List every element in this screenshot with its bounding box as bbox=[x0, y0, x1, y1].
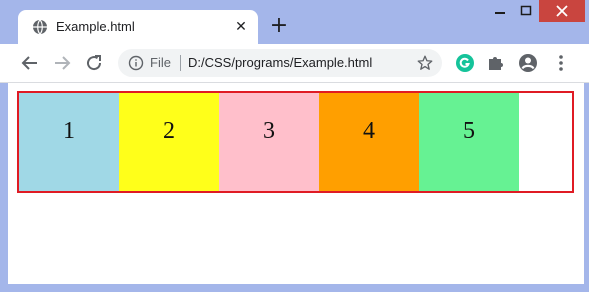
new-tab-button[interactable]: + bbox=[268, 15, 290, 37]
kebab-menu-icon[interactable] bbox=[549, 51, 573, 75]
flex-item-label: 3 bbox=[263, 118, 275, 144]
scheme-label: File bbox=[150, 55, 171, 70]
profile-icon[interactable] bbox=[516, 51, 540, 75]
close-window-button[interactable] bbox=[539, 0, 585, 22]
tab-title: Example.html bbox=[56, 19, 135, 34]
address-bar[interactable]: File D:/CSS/programs/Example.html bbox=[118, 49, 442, 77]
tab-example[interactable]: Example.html ✕ bbox=[18, 10, 258, 44]
flex-item-1: 1 bbox=[19, 93, 119, 191]
arrow-left-icon[interactable] bbox=[18, 51, 42, 75]
browser-window: Example.html ✕ + File D:/CSS/programs/Ex… bbox=[0, 0, 589, 292]
grammarly-icon[interactable] bbox=[453, 51, 477, 75]
tab-strip: Example.html ✕ + bbox=[0, 0, 589, 44]
puzzle-icon[interactable] bbox=[484, 51, 508, 75]
maximize-icon bbox=[520, 5, 532, 16]
info-icon[interactable] bbox=[128, 55, 144, 71]
flex-item-label: 1 bbox=[63, 118, 75, 144]
browser-toolbar: File D:/CSS/programs/Example.html bbox=[0, 44, 589, 83]
close-tab-icon[interactable]: ✕ bbox=[232, 18, 250, 36]
flex-item-label: 4 bbox=[363, 118, 375, 144]
reload-icon[interactable] bbox=[82, 51, 106, 75]
minimize-button[interactable] bbox=[487, 0, 513, 22]
flex-item-3: 3 bbox=[219, 93, 319, 191]
star-icon[interactable] bbox=[416, 54, 434, 72]
flex-item-2: 2 bbox=[119, 93, 219, 191]
flex-item-label: 5 bbox=[463, 118, 475, 144]
close-icon bbox=[556, 5, 568, 17]
maximize-button[interactable] bbox=[513, 0, 539, 22]
arrow-right-icon[interactable] bbox=[50, 51, 74, 75]
flex-container: 1 2 3 4 5 bbox=[17, 91, 574, 193]
flex-item-4: 4 bbox=[319, 93, 419, 191]
page-viewport: 1 2 3 4 5 bbox=[8, 83, 584, 284]
omnibox-divider bbox=[180, 55, 181, 71]
minimize-icon bbox=[495, 12, 505, 14]
url-text[interactable]: D:/CSS/programs/Example.html bbox=[188, 55, 372, 71]
globe-icon bbox=[33, 19, 47, 35]
flex-item-label: 2 bbox=[163, 118, 175, 144]
flex-item-5: 5 bbox=[419, 93, 519, 191]
